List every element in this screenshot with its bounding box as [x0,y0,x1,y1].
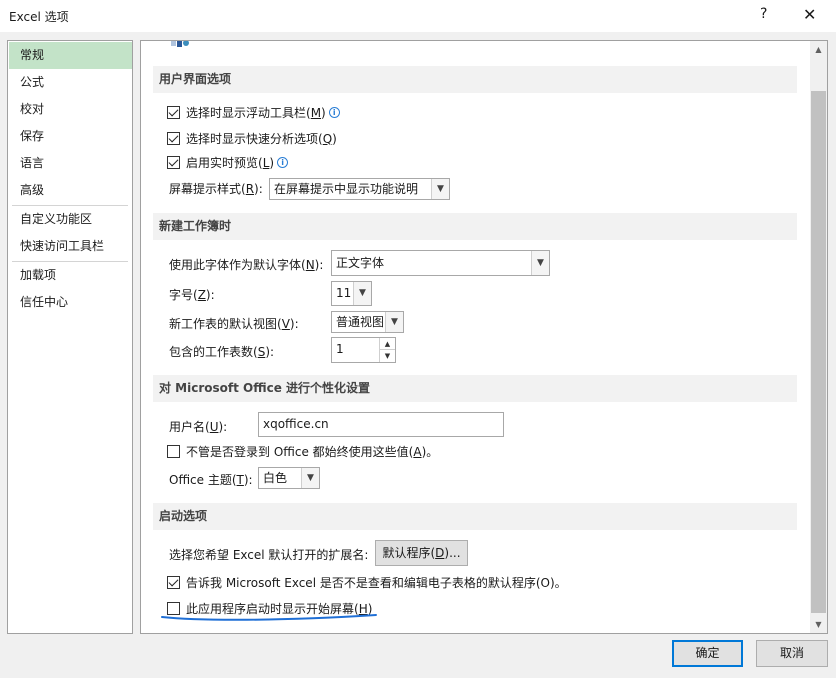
username-input[interactable]: xqoffice.cn [258,412,504,437]
default-font-dropdown[interactable]: 正文字体 ▼ [331,250,550,276]
chevron-down-icon: ▼ [301,468,319,488]
sheet-count-label: 包含的工作表数(S): [169,345,275,359]
default-extensions-label: 选择您希望 Excel 默认打开的扩展名: [169,548,369,562]
title-bar: Excel 选项 ? ✕ [0,0,836,32]
always-use-values-checkbox[interactable] [167,444,180,458]
help-button[interactable]: ? [760,6,767,22]
scroll-down-icon[interactable]: ▼ [810,616,827,633]
info-icon[interactable]: i [277,156,289,168]
options-content: 用户界面选项 选择时显示浮动工具栏(M) i 选择时显示快速分析选项(Q) 启用… [140,40,828,634]
floating-toolbar-label: 选择时显示浮动工具栏(M) [186,105,326,120]
username-label: 用户名(U): [169,420,228,434]
live-preview-label: 启用实时预览(L) [186,155,275,170]
scroll-up-icon[interactable]: ▲ [810,41,827,58]
annotation-underline [161,614,377,621]
section-header-new-workbook: 新建工作簿时 [153,213,797,240]
font-size-value: 11 [336,286,352,300]
default-font-value: 正文字体 [336,256,385,270]
sidebar-item-general[interactable]: 常规 [9,42,132,69]
sidebar-item-save[interactable]: 保存 [9,123,132,150]
screentip-style-value: 在屏幕提示中显示功能说明 [274,182,419,196]
spin-buttons[interactable]: ▲ ▼ [379,338,395,362]
font-size-label: 字号(Z): [169,288,215,302]
cancel-button[interactable]: 取消 [756,640,828,667]
sidebar-item-trust-center[interactable]: 信任中心 [9,289,132,316]
window-title: Excel 选项 [9,10,69,24]
chevron-down-icon: ▼ [431,179,449,199]
chevron-down-icon: ▼ [353,282,371,305]
quick-analysis-option[interactable]: 选择时显示快速分析选项(Q) [167,127,337,149]
office-theme-dropdown[interactable]: 白色 ▼ [258,467,320,489]
default-program-notice-label: 告诉我 Microsoft Excel 是否不是查看和编辑电子表格的默认程序(O… [186,575,567,590]
sidebar-item-quick-access[interactable]: 快速访问工具栏 [9,233,132,260]
ok-button[interactable]: 确定 [672,640,743,667]
sidebar-item-formulas[interactable]: 公式 [9,69,132,96]
chevron-down-icon: ▼ [385,312,403,332]
sidebar-item-proofing[interactable]: 校对 [9,96,132,123]
office-logo-fragment [171,41,189,47]
sidebar-item-addins[interactable]: 加载项 [9,262,132,289]
default-program-notice-option[interactable]: 告诉我 Microsoft Excel 是否不是查看和编辑电子表格的默认程序(O… [167,571,567,593]
font-size-dropdown[interactable]: 11 ▼ [331,281,372,306]
default-view-dropdown[interactable]: 普通视图 ▼ [331,311,404,333]
section-header-ui: 用户界面选项 [153,66,797,93]
floating-toolbar-option[interactable]: 选择时显示浮动工具栏(M) i [167,101,340,123]
floating-toolbar-checkbox[interactable] [167,105,180,119]
spin-down-icon[interactable]: ▼ [380,350,395,362]
vertical-scrollbar[interactable]: ▲ ▼ [810,41,827,633]
close-button[interactable]: ✕ [803,5,816,24]
live-preview-option[interactable]: 启用实时预览(L) i [167,151,289,173]
sidebar-item-customize-ribbon[interactable]: 自定义功能区 [9,206,132,233]
sheet-count-stepper[interactable]: 1 ▲ ▼ [331,337,396,363]
default-font-label: 使用此字体作为默认字体(N): [169,258,324,272]
screentip-style-dropdown[interactable]: 在屏幕提示中显示功能说明 ▼ [269,178,450,200]
always-use-values-label: 不管是否登录到 Office 都始终使用这些值(A)。 [186,444,439,459]
default-programs-button[interactable]: 默认程序(D)... [375,540,468,566]
sheet-count-value: 1 [336,342,344,356]
quick-analysis-label: 选择时显示快速分析选项(Q) [186,131,337,146]
default-view-value: 普通视图 [336,315,385,329]
info-icon[interactable]: i [328,106,340,118]
office-theme-value: 白色 [263,471,288,485]
section-header-startup: 启动选项 [153,503,797,530]
sidebar-item-advanced[interactable]: 高级 [9,177,132,204]
live-preview-checkbox[interactable] [167,155,180,169]
sidebar: 常规 公式 校对 保存 语言 高级 自定义功能区 快速访问工具栏 加载项 信任中… [7,40,133,634]
section-header-personalize: 对 Microsoft Office 进行个性化设置 [153,375,797,402]
chevron-down-icon: ▼ [531,251,549,275]
quick-analysis-checkbox[interactable] [167,131,180,145]
office-theme-label: Office 主题(T): [169,473,253,487]
sidebar-item-language[interactable]: 语言 [9,150,132,177]
screentip-style-label: 屏幕提示样式(R): [169,182,263,196]
always-use-values-option[interactable]: 不管是否登录到 Office 都始终使用这些值(A)。 [167,440,438,462]
scroll-thumb[interactable] [811,91,826,613]
default-view-label: 新工作表的默认视图(V): [169,317,299,331]
default-program-notice-checkbox[interactable] [167,575,180,589]
spin-up-icon[interactable]: ▲ [380,338,395,350]
